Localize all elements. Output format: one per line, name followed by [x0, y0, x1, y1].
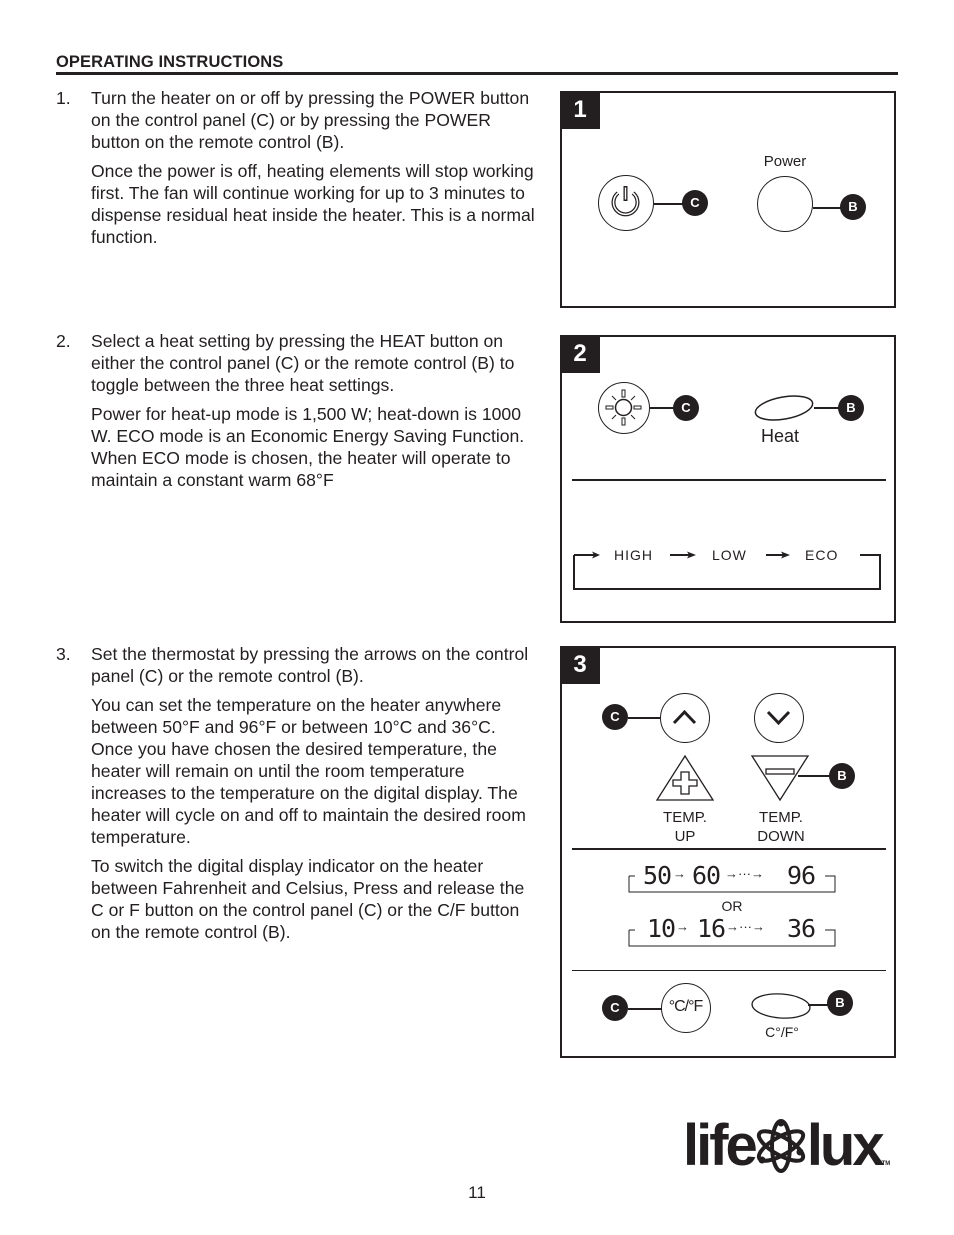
- step-3: 3. Set the thermostat by pressing the ar…: [56, 643, 536, 950]
- figure-badge: 2: [560, 335, 600, 373]
- sun-icon: [605, 389, 642, 426]
- figure-divider: [572, 848, 886, 850]
- remote-heat-label: Heat: [760, 426, 800, 446]
- fahrenheit-next: 60: [692, 861, 721, 890]
- remote-temp-down-button: [750, 755, 810, 802]
- remote-power-label: Power: [763, 153, 807, 170]
- leader-line: [813, 207, 843, 209]
- callout-c: C: [602, 995, 628, 1021]
- figure-2-heat: 2 C B Heat HIGH LOW ECO: [560, 335, 896, 623]
- atom-icon: [756, 1119, 805, 1173]
- cycle-label-high: HIGH: [614, 547, 653, 563]
- figure-badge: 3: [560, 646, 600, 684]
- control-panel-up-button: [660, 693, 710, 743]
- remote-power-button: [757, 176, 813, 232]
- step-number: 1.: [56, 88, 71, 108]
- callout-c: C: [602, 704, 628, 730]
- step-number: 3.: [56, 644, 71, 664]
- callout-c: C: [682, 190, 708, 216]
- leader-line: [814, 407, 840, 409]
- callout-b: B: [827, 990, 853, 1016]
- callout-b: B: [840, 194, 866, 220]
- trademark: TM: [881, 1161, 891, 1167]
- figure-divider: [572, 970, 886, 971]
- remote-heat-button: [754, 395, 814, 421]
- control-panel-cf-button: °C/°F: [661, 983, 711, 1033]
- step-paragraph: To switch the digital display indicator …: [91, 856, 525, 942]
- cycle-label-eco: ECO: [805, 547, 839, 563]
- callout-b: B: [838, 395, 864, 421]
- temp-down-label: TEMP. DOWN: [757, 809, 805, 845]
- step-paragraph: You can set the temperature on the heate…: [91, 695, 526, 847]
- callout-c: C: [673, 395, 699, 421]
- celsius-end: 36: [787, 914, 816, 943]
- temp-up-label: TEMP. UP: [663, 809, 707, 845]
- celsius-start: 10: [647, 914, 676, 943]
- fahrenheit-start: 50: [643, 861, 672, 890]
- remote-temp-up-button: [655, 754, 715, 801]
- control-panel-power-button: [598, 175, 654, 231]
- step-paragraph: Power for heat-up mode is 1,500 W; heat-…: [91, 404, 525, 490]
- step-2: 2. Select a heat setting by pressing the…: [56, 330, 536, 498]
- step-number: 2.: [56, 331, 71, 351]
- section-title: OPERATING INSTRUCTIONS: [56, 53, 284, 71]
- minus-icon: [765, 768, 795, 775]
- ellipsis-arrow: →···→: [726, 919, 765, 934]
- brand-text-left: life: [683, 1113, 758, 1178]
- or-label: OR: [721, 898, 743, 914]
- step-paragraph: Select a heat setting by pressing the HE…: [91, 331, 515, 395]
- control-panel-heat-button: [598, 382, 650, 434]
- brand-logo: life luxTM: [683, 1112, 890, 1179]
- chevron-up-icon: [672, 709, 697, 725]
- ellipsis-arrow: →···→: [725, 866, 764, 881]
- remote-cf-label: C°/F°: [765, 1024, 799, 1040]
- control-panel-down-button: [754, 693, 804, 743]
- step-1: 1. Turn the heater on or off by pressing…: [56, 87, 536, 255]
- arrow: →: [673, 866, 686, 881]
- leader-line: [654, 203, 684, 205]
- figure-3-thermostat: 3 C B TEMP. UP TEMP. DOWN 50 → 60 →···→ …: [560, 646, 896, 1058]
- cf-button-label: °C/°F: [668, 998, 704, 1015]
- leader-line: [628, 1008, 662, 1010]
- chevron-down-icon: [766, 710, 791, 726]
- step-paragraph: Once the power is off, heating elements …: [91, 161, 535, 247]
- leader-line: [628, 717, 660, 719]
- page-number: 11: [468, 1183, 486, 1202]
- figure-1-power: 1 C Power B: [560, 91, 896, 308]
- plus-icon: [672, 771, 698, 795]
- fahrenheit-end: 96: [787, 861, 816, 890]
- power-icon: [611, 186, 640, 217]
- step-paragraph: Set the thermostat by pressing the arrow…: [91, 644, 529, 686]
- title-rule: [56, 72, 898, 75]
- step-paragraph: Turn the heater on or off by pressing th…: [91, 88, 530, 152]
- cycle-label-low: LOW: [712, 547, 747, 563]
- remote-cf-button: [751, 993, 811, 1019]
- celsius-next: 16: [697, 914, 726, 943]
- arrow: →: [676, 919, 689, 934]
- figure-divider: [572, 479, 886, 481]
- callout-b: B: [829, 763, 855, 789]
- leader-line: [798, 775, 830, 777]
- brand-text-right: lux: [806, 1113, 885, 1178]
- figure-badge: 1: [560, 91, 600, 129]
